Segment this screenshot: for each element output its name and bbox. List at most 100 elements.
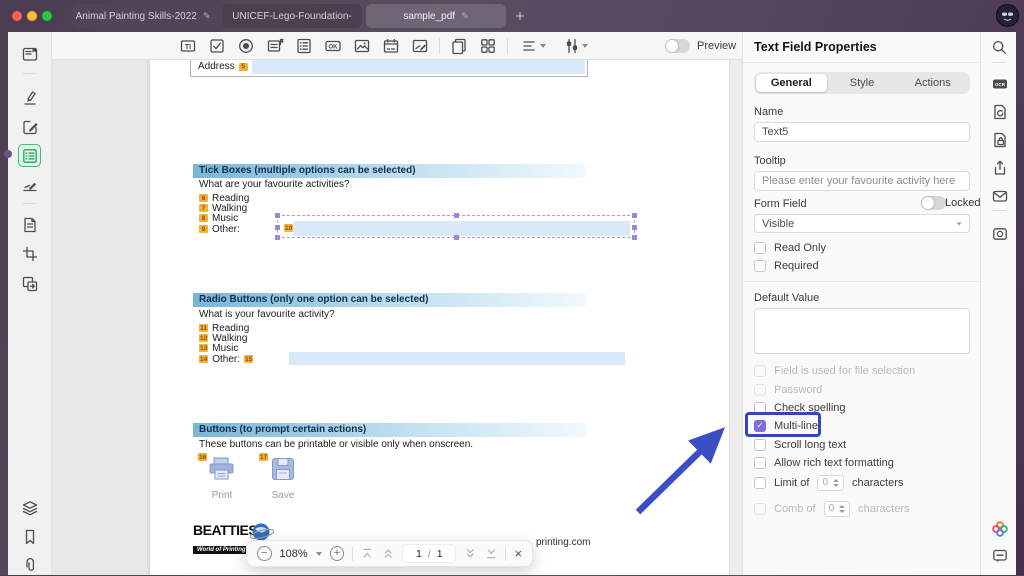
- selection-handle[interactable]: [275, 225, 280, 230]
- radio-item-reading[interactable]: 11 Reading: [199, 323, 249, 333]
- read-only-checkbox[interactable]: Read Only: [754, 241, 826, 254]
- radio-button-tool[interactable]: [236, 36, 256, 56]
- selection-handle[interactable]: [632, 213, 637, 218]
- minimize-window-button[interactable]: [27, 11, 37, 21]
- tooltip-input[interactable]: [754, 171, 970, 191]
- document-scrollbar[interactable]: [729, 60, 741, 575]
- last-page-button[interactable]: [485, 547, 498, 560]
- save-button[interactable]: 17 Save: [257, 456, 309, 501]
- address-input-area[interactable]: [252, 60, 585, 74]
- attachment-icon[interactable]: [18, 553, 41, 576]
- other-text-field-fill[interactable]: [293, 221, 630, 236]
- crop-pages-icon[interactable]: [18, 242, 41, 265]
- name-input[interactable]: [754, 122, 970, 142]
- zoom-out-button[interactable]: −: [257, 546, 272, 561]
- layers-icon[interactable]: [18, 496, 41, 519]
- form-tools-icon[interactable]: [18, 144, 41, 167]
- selected-text-field[interactable]: 10: [277, 215, 635, 238]
- radio-item-other[interactable]: 14 Other: 15: [199, 354, 253, 364]
- radio-item-walking[interactable]: 12 Walking: [199, 333, 247, 343]
- visibility-select[interactable]: Visible: [754, 214, 970, 233]
- page-indicator[interactable]: 1 / 1: [402, 544, 456, 563]
- buttons-section-header: Buttons (to prompt certain actions): [193, 423, 586, 437]
- arrange-fields-tool[interactable]: [478, 36, 498, 56]
- annotate-icon[interactable]: [18, 85, 41, 108]
- required-checkbox[interactable]: Required: [754, 259, 819, 272]
- limit-stepper[interactable]: 0: [817, 475, 844, 491]
- ai-assistant-icon[interactable]: [990, 519, 1009, 538]
- first-page-button[interactable]: [361, 547, 374, 560]
- tab-style[interactable]: Style: [827, 74, 898, 92]
- rename-tab-icon[interactable]: ✎: [461, 11, 469, 22]
- date-field-tool[interactable]: [381, 36, 401, 56]
- user-avatar[interactable]: [996, 4, 1019, 27]
- selection-handle[interactable]: [454, 213, 459, 218]
- selection-handle[interactable]: [632, 235, 637, 240]
- new-tab-button[interactable]: +: [510, 6, 530, 26]
- selection-handle[interactable]: [275, 235, 280, 240]
- rich-text-label: Allow rich text formatting: [774, 457, 894, 469]
- titlebar: Animal Painting Skills-2022 ✎ UNICEF-Leg…: [0, 0, 1024, 32]
- edit-pdf-icon[interactable]: [18, 115, 41, 138]
- print-button[interactable]: 16 Print: [196, 456, 248, 501]
- field-settings-dropdown[interactable]: [558, 36, 592, 56]
- checkbox-tool[interactable]: [207, 36, 227, 56]
- tab-general[interactable]: General: [756, 74, 827, 92]
- next-page-button[interactable]: [464, 547, 477, 560]
- text-field-tool[interactable]: TI: [178, 36, 198, 56]
- convert-icon[interactable]: [18, 272, 41, 295]
- zoom-window-button[interactable]: [42, 11, 52, 21]
- previous-page-button[interactable]: [382, 547, 395, 560]
- organize-pages-icon[interactable]: [18, 213, 41, 236]
- image-button-tool[interactable]: [352, 36, 372, 56]
- bookmark-icon[interactable]: [18, 525, 41, 548]
- selection-handle[interactable]: [632, 225, 637, 230]
- protect-pdf-icon[interactable]: [990, 130, 1009, 149]
- ocr-icon[interactable]: OCR: [990, 74, 1009, 93]
- page-current: 1: [416, 548, 422, 560]
- feedback-icon[interactable]: [990, 546, 1009, 565]
- radio-item-music[interactable]: 13 Music: [199, 343, 238, 353]
- mail-icon[interactable]: [990, 186, 1009, 205]
- locked-toggle[interactable]: [921, 196, 946, 210]
- combo-box-tool[interactable]: [265, 36, 285, 56]
- tick-item-music[interactable]: 8 Music: [199, 213, 238, 223]
- list-box-tool[interactable]: [294, 36, 314, 56]
- preview-toggle[interactable]: [665, 39, 690, 53]
- selection-handle[interactable]: [454, 235, 459, 240]
- selection-handle[interactable]: [275, 213, 280, 218]
- limit-checkbox[interactable]: Limit of 0 characters: [754, 476, 903, 489]
- tick-item-reading[interactable]: 6 Reading: [199, 193, 249, 203]
- signature-field-tool[interactable]: [410, 36, 430, 56]
- tab-animal-painting[interactable]: Animal Painting Skills-2022 ✎: [72, 4, 214, 28]
- radio-other-text-field[interactable]: [289, 352, 625, 365]
- default-value-textarea[interactable]: [754, 308, 970, 354]
- tab-actions[interactable]: Actions: [897, 74, 968, 92]
- search-icon[interactable]: [990, 38, 1009, 57]
- tick-item-other[interactable]: 9 Other:: [199, 224, 240, 234]
- zoom-dropdown-caret[interactable]: [316, 552, 322, 556]
- preview-toggle-group: Preview: [665, 39, 736, 53]
- address-field[interactable]: Address 5: [190, 60, 588, 77]
- share-icon[interactable]: [990, 158, 1009, 177]
- tab-unicef-lego[interactable]: UNICEF-Lego-Foundation-: [222, 4, 362, 28]
- compress-pdf-icon[interactable]: [990, 102, 1009, 121]
- tab-sample-pdf[interactable]: sample_pdf ✎: [366, 4, 506, 28]
- reader-mode-icon[interactable]: [18, 42, 41, 65]
- push-button-tool[interactable]: OK: [323, 36, 343, 56]
- form-toolbar: TI OK: [52, 32, 742, 60]
- align-fields-dropdown[interactable]: [517, 36, 549, 56]
- close-window-button[interactable]: [12, 11, 22, 21]
- stepper-arrows-icon[interactable]: [833, 479, 839, 487]
- scroll-long-text-checkbox[interactable]: Scroll long text: [754, 438, 846, 451]
- sign-icon[interactable]: [18, 173, 41, 196]
- duplicate-field-tool[interactable]: [449, 36, 469, 56]
- capture-icon[interactable]: [990, 224, 1009, 243]
- rich-text-checkbox[interactable]: Allow rich text formatting: [754, 456, 894, 469]
- tick-item-walking[interactable]: 7 Walking: [199, 203, 247, 213]
- field-badge: 13: [199, 344, 208, 352]
- rename-tab-icon[interactable]: ✎: [203, 11, 211, 22]
- close-pager-button[interactable]: ×: [514, 546, 522, 561]
- zoom-in-button[interactable]: +: [330, 546, 345, 561]
- tab-label: Animal Painting Skills-2022: [76, 11, 197, 22]
